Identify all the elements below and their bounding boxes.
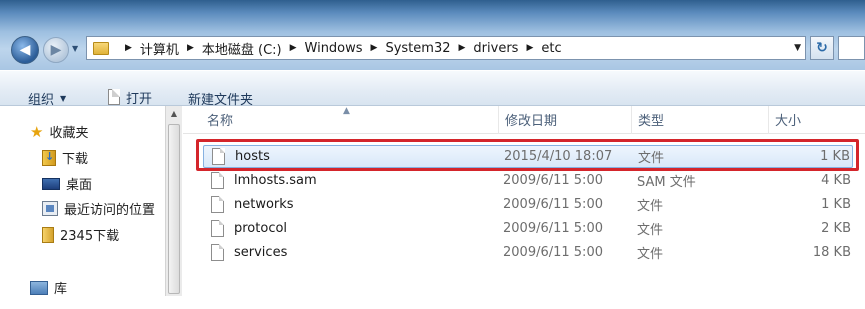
chevron-right-icon[interactable]: ▶	[125, 43, 132, 53]
file-size: 2 KB	[821, 221, 851, 236]
window-bottom-edge	[0, 296, 865, 309]
nav-item-label: 最近访问的位置	[64, 203, 156, 218]
chevron-right-icon[interactable]: ▶	[290, 43, 297, 53]
nav-item-libraries[interactable]: 库	[30, 278, 67, 297]
file-size: 18 KB	[812, 245, 851, 260]
breadcrumb-etc[interactable]: etc	[541, 41, 561, 56]
scroll-up-icon[interactable]: ▲	[166, 106, 182, 122]
chevron-right-icon[interactable]: ▶	[187, 43, 194, 53]
file-icon	[211, 244, 224, 261]
file-icon	[211, 172, 224, 189]
breadcrumb-drivers[interactable]: drivers	[473, 41, 518, 56]
file-row-services[interactable]: services 2009/6/11 5:00 文件 18 KB	[203, 241, 853, 264]
forward-button[interactable]: ▶	[43, 37, 69, 63]
nav-item-label: 桌面	[66, 178, 93, 193]
file-type: 文件	[638, 151, 665, 166]
file-date: 2015/4/10 18:07	[504, 149, 613, 164]
file-date: 2009/6/11 5:00	[503, 221, 603, 236]
forward-arrow-icon: ▶	[50, 42, 62, 58]
back-arrow-icon: ◀	[19, 42, 31, 58]
file-type: 文件	[637, 247, 664, 262]
nav-item-desktop[interactable]: 桌面	[42, 174, 92, 193]
file-name: services	[234, 245, 288, 260]
address-bar[interactable]: ▶ 计算机 ▶ 本地磁盘 (C:) ▶ Windows ▶ System32 ▶…	[86, 36, 806, 60]
nav-item-label: 收藏夹	[49, 126, 89, 141]
file-list: ▲ 名称 修改日期 类型 大小 hosts 2015/4/10 18:07 文件…	[183, 106, 865, 296]
scrollbar-thumb[interactable]	[168, 124, 180, 294]
new-folder-label: 新建文件夹	[188, 92, 254, 108]
command-bar: 组织 ▼ 打开 新建文件夹	[0, 70, 865, 108]
file-row-hosts[interactable]: hosts 2015/4/10 18:07 文件 1 KB	[203, 145, 853, 168]
open-label: 打开	[126, 91, 153, 107]
file-row-lmhosts[interactable]: lmhosts.sam 2009/6/11 5:00 SAM 文件 4 KB	[203, 169, 853, 192]
nav-item-recent-places[interactable]: 最近访问的位置	[42, 199, 155, 218]
chevron-down-icon: ▼	[60, 93, 67, 103]
nav-item-favorites[interactable]: ★ 收藏夹	[30, 122, 89, 142]
file-name: lmhosts.sam	[234, 173, 317, 188]
recent-pages-dropdown[interactable]: ▼	[72, 44, 78, 53]
navigation-pane: ★ 收藏夹 下载 桌面 最近访问的位置 2345下载 库	[0, 106, 170, 297]
document-icon	[108, 89, 120, 105]
back-button[interactable]: ◀	[11, 36, 39, 64]
folder-icon	[42, 226, 54, 243]
nav-item-label: 库	[54, 282, 68, 297]
address-dropdown-icon[interactable]: ▼	[794, 43, 801, 53]
file-type: 文件	[637, 223, 664, 238]
breadcrumb-system32[interactable]: System32	[385, 41, 450, 56]
file-icon	[211, 196, 224, 213]
star-icon: ★	[30, 122, 44, 141]
column-header-size[interactable]: 大小	[769, 106, 865, 134]
organize-label: 组织	[28, 92, 55, 108]
chevron-right-icon[interactable]: ▶	[459, 43, 466, 53]
file-icon	[212, 148, 225, 165]
file-date: 2009/6/11 5:00	[503, 197, 603, 212]
library-icon	[30, 280, 48, 295]
breadcrumb-local-disk[interactable]: 本地磁盘 (C:)	[202, 39, 282, 58]
file-type: SAM 文件	[637, 175, 696, 190]
file-size: 1 KB	[821, 197, 851, 212]
breadcrumb-computer[interactable]: 计算机	[140, 39, 179, 58]
recent-places-icon	[42, 201, 58, 216]
refresh-button[interactable]: ↻	[810, 36, 834, 60]
file-icon	[211, 220, 224, 237]
column-header-type[interactable]: 类型	[632, 106, 769, 134]
downloads-folder-icon	[42, 149, 56, 166]
column-header-name[interactable]: 名称	[201, 106, 499, 134]
breadcrumb-windows[interactable]: Windows	[305, 41, 363, 56]
file-date: 2009/6/11 5:00	[503, 173, 603, 188]
navpane-scrollbar[interactable]: ▲	[165, 106, 182, 296]
file-name: hosts	[235, 149, 270, 164]
nav-item-label: 2345下载	[60, 229, 120, 244]
file-type: 文件	[637, 199, 664, 214]
chevron-right-icon[interactable]: ▶	[526, 43, 533, 53]
column-header-date-modified[interactable]: 修改日期	[499, 106, 632, 134]
nav-item-downloads[interactable]: 下载	[42, 148, 88, 167]
file-row-networks[interactable]: networks 2009/6/11 5:00 文件 1 KB	[203, 193, 853, 216]
nav-item-label: 下载	[62, 152, 89, 167]
file-size: 1 KB	[820, 149, 850, 164]
desktop-icon	[42, 177, 60, 190]
search-input[interactable]	[838, 36, 865, 60]
nav-item-2345-downloads[interactable]: 2345下载	[42, 225, 119, 244]
file-row-protocol[interactable]: protocol 2009/6/11 5:00 文件 2 KB	[203, 217, 853, 240]
column-header-row: ▲ 名称 修改日期 类型 大小	[183, 106, 865, 134]
refresh-icon: ↻	[816, 40, 828, 56]
file-size: 4 KB	[821, 173, 851, 188]
file-name: protocol	[234, 221, 288, 236]
file-name: networks	[234, 197, 294, 212]
chevron-right-icon[interactable]: ▶	[371, 43, 378, 53]
folder-icon	[93, 41, 109, 55]
file-date: 2009/6/11 5:00	[503, 245, 603, 260]
